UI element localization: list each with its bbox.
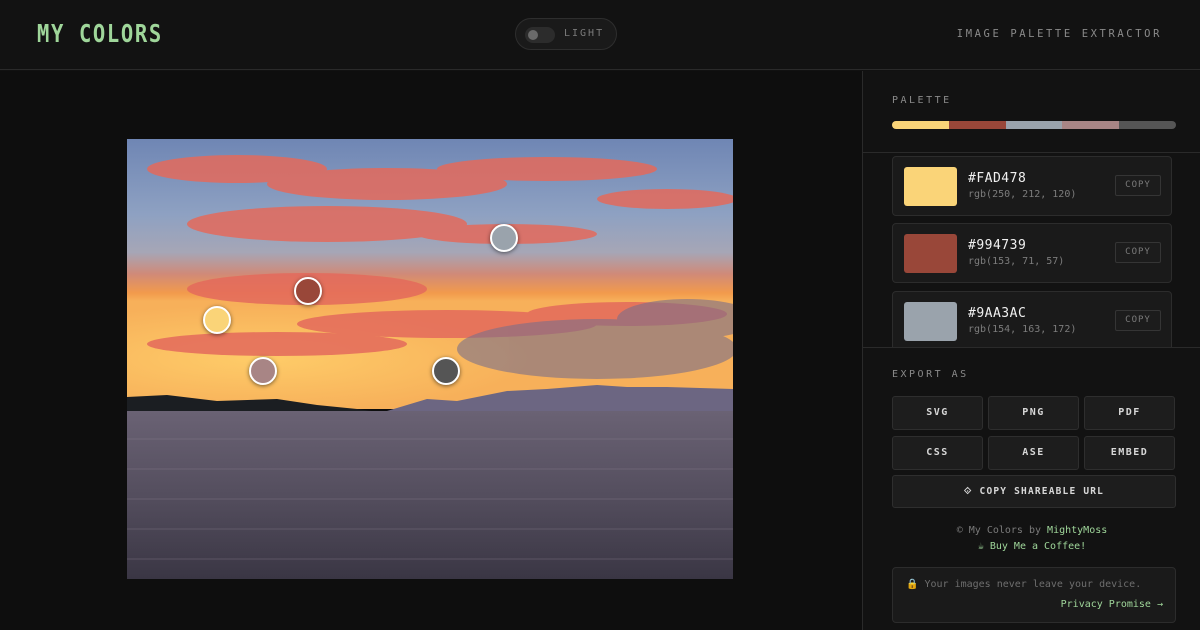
palette-bar <box>892 121 1176 129</box>
export-png-button[interactable]: PNG <box>988 396 1079 430</box>
color-picker-marker[interactable] <box>490 224 518 252</box>
copy-button[interactable]: COPY <box>1115 310 1161 331</box>
color-picker-marker[interactable] <box>203 306 231 334</box>
swatch-rgb: rgb(153, 71, 57) <box>968 256 1065 267</box>
privacy-text: 🔒 Your images never leave your device. <box>906 579 1142 590</box>
palette-bar-segment[interactable] <box>1005 121 1063 129</box>
color-picker-marker[interactable] <box>249 357 277 385</box>
swatch-card[interactable]: #994739 rgb(153, 71, 57) COPY <box>892 223 1172 283</box>
swatch-hex: #9AA3AC <box>968 306 1027 321</box>
app-tagline: IMAGE PALETTE EXTRACTOR <box>956 28 1162 40</box>
app-logo[interactable]: MY COLORS <box>37 19 163 48</box>
export-heading: EXPORT AS <box>892 369 969 380</box>
palette-bar-segment[interactable] <box>892 121 949 129</box>
sunset-photo-image <box>127 139 733 579</box>
buy-coffee-link[interactable]: ☕ Buy Me a Coffee! <box>863 541 1200 552</box>
color-picker-marker[interactable] <box>294 277 322 305</box>
export-svg-button[interactable]: SVG <box>892 396 983 430</box>
author-link[interactable]: MightyMoss <box>1047 525 1107 536</box>
toggle-label: LIGHT <box>564 28 605 39</box>
swatch-card[interactable]: #FAD478 rgb(250, 212, 120) COPY <box>892 156 1172 216</box>
swatch-card[interactable]: #9AA3AC rgb(154, 163, 172) COPY <box>892 291 1172 347</box>
swatch-hex: #FAD478 <box>968 171 1027 186</box>
swatch-chip <box>904 234 957 273</box>
toggle-track[interactable] <box>525 27 555 43</box>
export-ase-button[interactable]: ASE <box>988 436 1079 470</box>
swatch-hex: #994739 <box>968 238 1027 253</box>
export-css-button[interactable]: CSS <box>892 436 983 470</box>
credit-prefix: © My Colors by <box>956 525 1042 536</box>
export-embed-button[interactable]: EMBED <box>1084 436 1175 470</box>
uploaded-photo[interactable] <box>127 139 733 579</box>
swatch-rgb: rgb(154, 163, 172) <box>968 324 1077 335</box>
privacy-card: 🔒 Your images never leave your device. P… <box>892 567 1176 623</box>
copy-shareable-url-button[interactable]: ⟐ COPY SHAREABLE URL <box>892 475 1176 508</box>
toggle-knob <box>528 30 538 40</box>
copy-button[interactable]: COPY <box>1115 242 1161 263</box>
theme-toggle[interactable]: LIGHT <box>515 18 617 50</box>
palette-heading: PALETTE <box>892 95 952 106</box>
swatch-list[interactable]: #FAD478 rgb(250, 212, 120) COPY #994739 … <box>863 153 1200 347</box>
palette-bar-segment[interactable] <box>1062 121 1120 129</box>
app-header: MY COLORS LIGHT IMAGE PALETTE EXTRACTOR <box>0 0 1200 70</box>
image-canvas[interactable] <box>0 71 862 630</box>
divider <box>863 347 1200 348</box>
palette-bar-segment[interactable] <box>1119 121 1176 129</box>
swatch-chip <box>904 167 957 206</box>
palette-bar-segment[interactable] <box>948 121 1006 129</box>
swatch-rgb: rgb(250, 212, 120) <box>968 189 1077 200</box>
copy-button[interactable]: COPY <box>1115 175 1161 196</box>
color-picker-marker[interactable] <box>432 357 460 385</box>
credit-line: © My Colors by MightyMoss <box>863 525 1200 536</box>
swatch-chip <box>904 302 957 341</box>
palette-sidebar: PALETTE #FAD478 rgb(250, 212, 120) COPY … <box>862 71 1200 630</box>
export-pdf-button[interactable]: PDF <box>1084 396 1175 430</box>
privacy-promise-link[interactable]: Privacy Promise → <box>1061 599 1163 610</box>
